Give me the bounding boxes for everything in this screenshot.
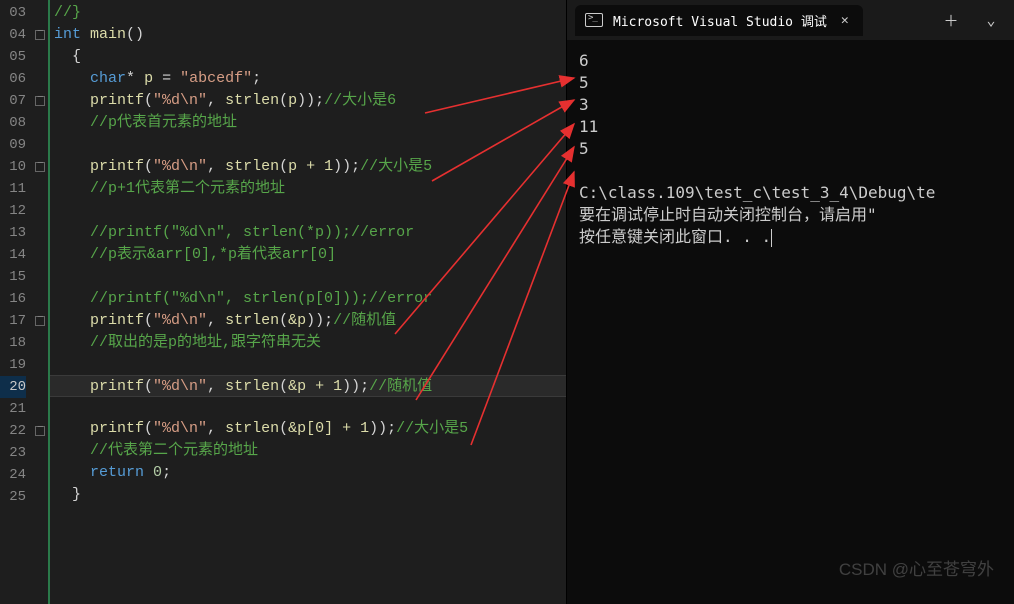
fold-toggle-icon[interactable] bbox=[35, 426, 45, 436]
output-line: 11 bbox=[579, 117, 598, 136]
watermark: CSDN @心至苍穹外 bbox=[839, 555, 994, 580]
code-area[interactable]: //} int main() { char* p = "abcedf"; pri… bbox=[50, 0, 566, 604]
output-path: C:\class.109\test_c\test_3_4\Debug\te bbox=[579, 183, 935, 202]
fold-toggle-icon[interactable] bbox=[35, 96, 45, 106]
text-cursor bbox=[771, 229, 772, 247]
fold-toggle-icon[interactable] bbox=[35, 316, 45, 326]
output-message: 按任意键关闭此窗口. . . bbox=[579, 227, 771, 246]
code-editor[interactable]: 0304050607080910111213141516171819202122… bbox=[0, 0, 567, 604]
fold-toggle-icon[interactable] bbox=[35, 30, 45, 40]
console-tab-bar: Microsoft Visual Studio 调试 ✕ ＋ ⌄ bbox=[567, 0, 1014, 40]
code-comment: //} bbox=[54, 4, 81, 21]
output-line: 5 bbox=[579, 139, 589, 158]
debug-console: Microsoft Visual Studio 调试 ✕ ＋ ⌄ 6 5 3 1… bbox=[567, 0, 1014, 604]
close-icon[interactable]: ✕ bbox=[837, 12, 853, 28]
output-message: 要在调试停止时自动关闭控制台，请启用" bbox=[579, 205, 877, 224]
line-number-gutter: 0304050607080910111213141516171819202122… bbox=[0, 0, 32, 604]
output-line: 5 bbox=[579, 73, 589, 92]
tab-dropdown-icon[interactable]: ⌄ bbox=[976, 5, 1006, 35]
terminal-icon bbox=[585, 13, 603, 27]
console-tab[interactable]: Microsoft Visual Studio 调试 ✕ bbox=[575, 5, 863, 36]
output-line: 6 bbox=[579, 51, 589, 70]
new-tab-button[interactable]: ＋ bbox=[936, 5, 966, 35]
fold-toggle-icon[interactable] bbox=[35, 162, 45, 172]
code-folding-column bbox=[32, 0, 50, 604]
current-line: printf("%d\n", strlen(&p + 1));//随机值 bbox=[50, 375, 566, 397]
output-line: 3 bbox=[579, 95, 589, 114]
tab-title: Microsoft Visual Studio 调试 bbox=[613, 11, 827, 30]
console-output[interactable]: 6 5 3 11 5 C:\class.109\test_c\test_3_4\… bbox=[567, 40, 1014, 604]
